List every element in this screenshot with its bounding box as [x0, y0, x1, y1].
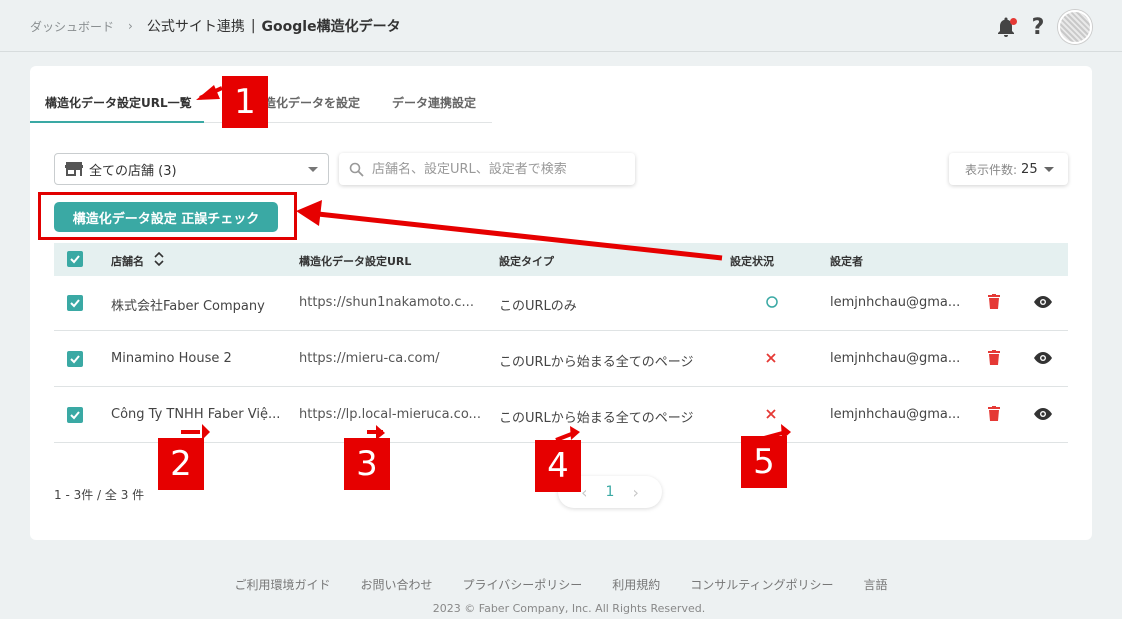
next-page-button[interactable]: › [632, 483, 638, 502]
eye-icon[interactable] [1034, 408, 1052, 420]
footer-link-privacy[interactable]: プライバシーポリシー [462, 576, 582, 593]
annotation-marker-5: 5 [741, 436, 787, 488]
footer-link-consulting[interactable]: コンサルティングポリシー [690, 576, 833, 593]
header-type: 設定タイプ [499, 255, 554, 268]
eye-icon[interactable] [1034, 296, 1052, 308]
per-page-value: 25 [1021, 161, 1038, 177]
annotation-highlight-box [38, 192, 297, 240]
table-header: 店舗名 構造化データ設定URL 設定タイプ 設定状況 設定者 [54, 243, 1068, 276]
notification-dot [1010, 18, 1017, 25]
cell-store: Công Ty TNHH Faber Việ... [111, 407, 281, 422]
breadcrumb-divider: | [250, 18, 256, 34]
top-header: ダッシュボード › 公式サイト連携 | Google構造化データ ? [0, 0, 1122, 52]
search-input[interactable] [372, 161, 612, 177]
table-row: Minamino House 2 https://mieru-ca.com/ こ… [54, 332, 1068, 387]
annotation-marker-1: 1 [222, 76, 268, 128]
cell-type: このURLから始まる全てのページ [499, 355, 694, 370]
cell-setter: lemjnhchau@gma... [830, 295, 961, 310]
bell-icon[interactable] [994, 15, 1018, 39]
cell-type: このURLから始まる全てのページ [499, 411, 694, 426]
table-row: 株式会社Faber Company https://shun1nakamoto.… [54, 276, 1068, 331]
cell-url: https://lp.local-mieruca.co... [299, 407, 481, 422]
footer-links: ご利用環境ガイド お問い合わせ プライバシーポリシー 利用規約 コンサルティング… [0, 576, 1122, 593]
search-icon [349, 162, 364, 177]
eye-icon[interactable] [1034, 352, 1052, 364]
page-number-button[interactable]: 1 [606, 484, 615, 500]
status-ok-icon [766, 296, 778, 308]
page-title: Google構造化データ [261, 19, 401, 35]
footer-link-environment[interactable]: ご利用環境ガイド [234, 576, 330, 593]
table-row: Công Ty TNHH Faber Việ... https://lp.loc… [54, 388, 1068, 443]
cell-setter: lemjnhchau@gma... [830, 351, 961, 366]
footer-link-terms[interactable]: 利用規約 [612, 576, 660, 593]
prev-page-button[interactable]: ‹ [581, 483, 587, 502]
cell-type: このURLのみ [499, 299, 577, 314]
header-store: 店舗名 [111, 255, 144, 268]
header-setter: 設定者 [830, 255, 863, 268]
breadcrumb-separator: › [128, 19, 133, 33]
active-tab-indicator [30, 121, 204, 123]
annotation-marker-2: 2 [158, 438, 204, 490]
trash-icon[interactable] [988, 294, 1000, 309]
cell-setter: lemjnhchau@gma... [830, 407, 961, 422]
cell-url: https://mieru-ca.com/ [299, 351, 440, 366]
chevron-down-icon [308, 167, 318, 172]
row-checkbox[interactable] [67, 351, 83, 367]
status-ng-icon [766, 353, 776, 363]
select-all-checkbox[interactable] [67, 251, 83, 267]
store-select-value: 全ての店舗 (3) [89, 163, 177, 179]
trash-icon[interactable] [988, 406, 1000, 421]
annotation-marker-4: 4 [535, 440, 581, 492]
search-box [339, 153, 635, 185]
breadcrumb-section: 公式サイト連携 [146, 19, 245, 35]
row-checkbox[interactable] [67, 295, 83, 311]
status-ng-icon [766, 409, 776, 419]
store-icon [65, 162, 83, 176]
question-icon[interactable]: ? [1028, 15, 1048, 40]
footer-link-language[interactable]: 言語 [864, 576, 888, 593]
trash-icon[interactable] [988, 350, 1000, 365]
copyright: 2023 © Faber Company, Inc. All Rights Re… [432, 602, 706, 615]
per-page-label: 表示件数: [965, 162, 1018, 177]
tab-set-structured-data[interactable]: 造化データを設定 [264, 94, 360, 111]
tab-url-list[interactable]: 構造化データ設定URL一覧 [45, 94, 192, 111]
header-status: 設定状況 [730, 255, 774, 268]
result-count: 1 - 3件 / 全 3 件 [54, 488, 145, 502]
per-page-select[interactable]: 表示件数: 25 [949, 153, 1068, 185]
row-checkbox[interactable] [67, 407, 83, 423]
cell-url: https://shun1nakamoto.c... [299, 295, 474, 310]
header-url: 構造化データ設定URL [299, 255, 412, 268]
footer-link-contact[interactable]: お問い合わせ [360, 576, 432, 593]
store-select[interactable]: 全ての店舗 (3) [54, 153, 329, 185]
avatar[interactable] [1058, 10, 1092, 44]
cell-store: 株式会社Faber Company [111, 299, 265, 314]
cell-store: Minamino House 2 [111, 351, 232, 366]
tab-data-integration[interactable]: データ連携設定 [392, 94, 476, 111]
annotation-marker-3: 3 [344, 438, 390, 490]
sort-icon[interactable] [154, 252, 164, 266]
breadcrumb: ダッシュボード › 公式サイト連携 | Google構造化データ [30, 16, 401, 36]
chevron-down-icon [1043, 166, 1054, 172]
breadcrumb-dashboard-link[interactable]: ダッシュボード [30, 18, 114, 35]
